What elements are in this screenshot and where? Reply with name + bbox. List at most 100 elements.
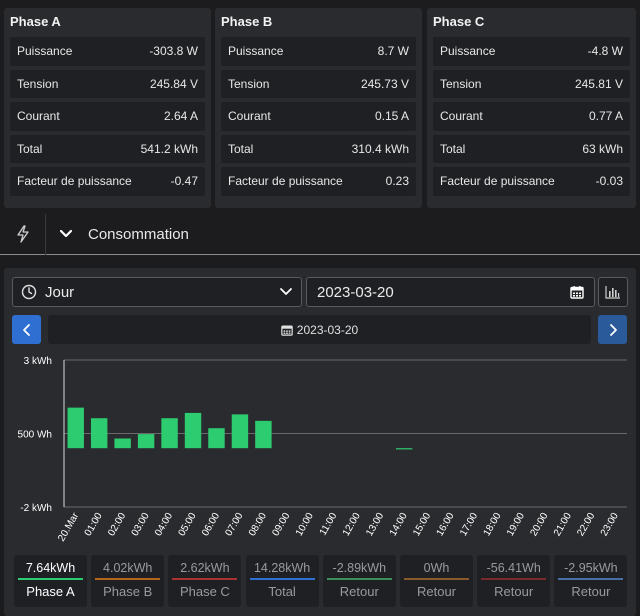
total-item[interactable]: 4.02kWh Phase B — [91, 555, 165, 607]
total-item[interactable]: 14.28kWh Total — [245, 555, 319, 607]
bar — [184, 412, 202, 449]
chevron-left-icon — [22, 323, 30, 336]
total-value: 2.62kWh — [180, 561, 230, 575]
x-tick-label: 08:00 — [247, 511, 269, 539]
total-color-line — [172, 578, 238, 580]
phase-row-puissance: Puissance -4.8 W — [433, 37, 630, 66]
previous-day-button[interactable] — [12, 315, 41, 344]
phase-row-total: Total 310.4 kWh — [221, 134, 416, 163]
row-value: 245.84 V — [149, 76, 198, 91]
chevron-right-icon — [609, 323, 617, 336]
bar — [161, 418, 178, 449]
total-label: Retour — [494, 584, 534, 599]
row-value: 245.73 V — [360, 76, 409, 91]
total-label: Total — [268, 584, 296, 599]
total-label: Phase A — [26, 584, 75, 599]
phase-row-total: Total 63 kWh — [433, 134, 630, 163]
chart-type-button[interactable] — [598, 277, 628, 307]
row-value: 245.81 V — [574, 76, 623, 91]
total-value: 4.02kWh — [103, 561, 153, 575]
total-label: Retour — [571, 584, 611, 599]
row-label: Total — [440, 141, 466, 156]
section-title: Consommation — [88, 225, 189, 243]
x-tick-label: 15:00 — [411, 511, 433, 539]
row-value: -4.8 W — [587, 44, 623, 59]
chevron-down-icon — [280, 288, 292, 295]
bar — [208, 428, 225, 449]
phase-row-total: Total 541.2 kWh — [10, 134, 205, 163]
row-label: Puissance — [440, 44, 496, 59]
total-label: Retour — [416, 584, 457, 599]
row-value: 0.77 A — [588, 109, 623, 124]
x-tick-label: 06:00 — [200, 511, 222, 539]
total-item[interactable]: 7.64kWh Phase A — [14, 555, 87, 607]
total-label: Retour — [339, 584, 379, 599]
x-tick-label: 11:00 — [318, 511, 340, 538]
phase-row-tension: Tension 245.73 V — [221, 69, 416, 98]
x-tick-label: 05:00 — [177, 511, 199, 539]
period-select[interactable]: Jour — [12, 277, 302, 307]
phase-title: Phase B — [221, 14, 273, 29]
period-value: Jour — [45, 283, 75, 301]
total-color-line — [18, 578, 83, 580]
total-item[interactable]: -56.41Wh Retour — [477, 555, 551, 607]
x-tick-label: 07:00 — [223, 511, 245, 539]
bar-chart-icon — [605, 286, 620, 299]
row-value: 0.23 — [385, 174, 409, 189]
x-tick-label: 23:00 — [599, 511, 621, 539]
phase-card-c: Phase C Puissance -4.8 W Tension 245.81 V … — [427, 8, 636, 208]
row-label: Courant — [440, 109, 483, 124]
total-item[interactable]: 0Wh Retour — [400, 555, 473, 607]
row-label: Tension — [228, 76, 270, 91]
phase-row-courant: Courant 2.64 A — [10, 102, 205, 131]
section-header: Consommation — [0, 213, 640, 255]
row-value: 310.4 kWh — [351, 141, 409, 156]
row-label: Puissance — [17, 44, 73, 59]
clock-icon — [21, 284, 37, 300]
total-item[interactable]: -2.95kWh Retour — [554, 555, 628, 607]
bar — [90, 418, 108, 449]
x-tick-label: 14:00 — [388, 511, 410, 539]
total-item[interactable]: 2.62kWh Phase C — [168, 555, 242, 607]
total-color-line — [481, 578, 547, 580]
lightning-icon[interactable] — [0, 213, 46, 255]
total-label: Phase B — [103, 584, 153, 599]
total-color-line — [249, 578, 315, 580]
row-label: Tension — [440, 76, 482, 91]
x-tick-label: 02:00 — [106, 511, 128, 539]
bar — [67, 407, 84, 449]
total-value: -2.95kWh — [564, 561, 618, 575]
y-tick-label: 500 Wh — [18, 430, 52, 441]
date-input[interactable]: 2023-03-20 — [306, 277, 595, 307]
phase-row-tension: Tension 245.81 V — [433, 69, 630, 98]
calendar-icon — [281, 325, 293, 336]
row-label: Total — [17, 141, 43, 156]
x-tick-label: 04:00 — [153, 511, 175, 539]
phase-title: Phase C — [433, 14, 485, 29]
x-tick-label: 17:00 — [458, 511, 480, 539]
phase-row-puissance: Puissance 8.7 W — [221, 37, 416, 66]
row-label: Facteur de puissance — [228, 174, 343, 189]
row-value: 0.15 A — [374, 109, 409, 124]
total-value: -2.89kWh — [332, 561, 387, 575]
row-label: Courant — [228, 109, 271, 124]
row-label: Puissance — [228, 44, 284, 59]
total-value: -56.41Wh — [486, 561, 541, 575]
total-color-line — [404, 578, 469, 580]
phase-card-a: Phase A Puissance -303.8 W Tension 245.84 … — [4, 8, 211, 208]
calendar-icon[interactable] — [570, 285, 584, 299]
total-color-line — [95, 578, 161, 580]
row-label: Tension — [17, 76, 59, 91]
row-label: Courant — [17, 109, 60, 124]
total-value: 14.28kWh — [253, 561, 311, 575]
next-day-button[interactable] — [598, 315, 627, 344]
bar — [137, 434, 155, 449]
total-color-line — [558, 578, 624, 580]
chevron-down-icon[interactable] — [46, 214, 86, 255]
phase-row-puissance: Puissance -303.8 W — [10, 37, 205, 66]
x-tick-label: 20:00 — [528, 511, 550, 539]
y-tick-label: -2 kWh — [20, 503, 52, 514]
bar — [395, 448, 413, 450]
total-item[interactable]: -2.89kWh Retour — [322, 555, 396, 607]
x-tick-label: 03:00 — [130, 511, 152, 539]
